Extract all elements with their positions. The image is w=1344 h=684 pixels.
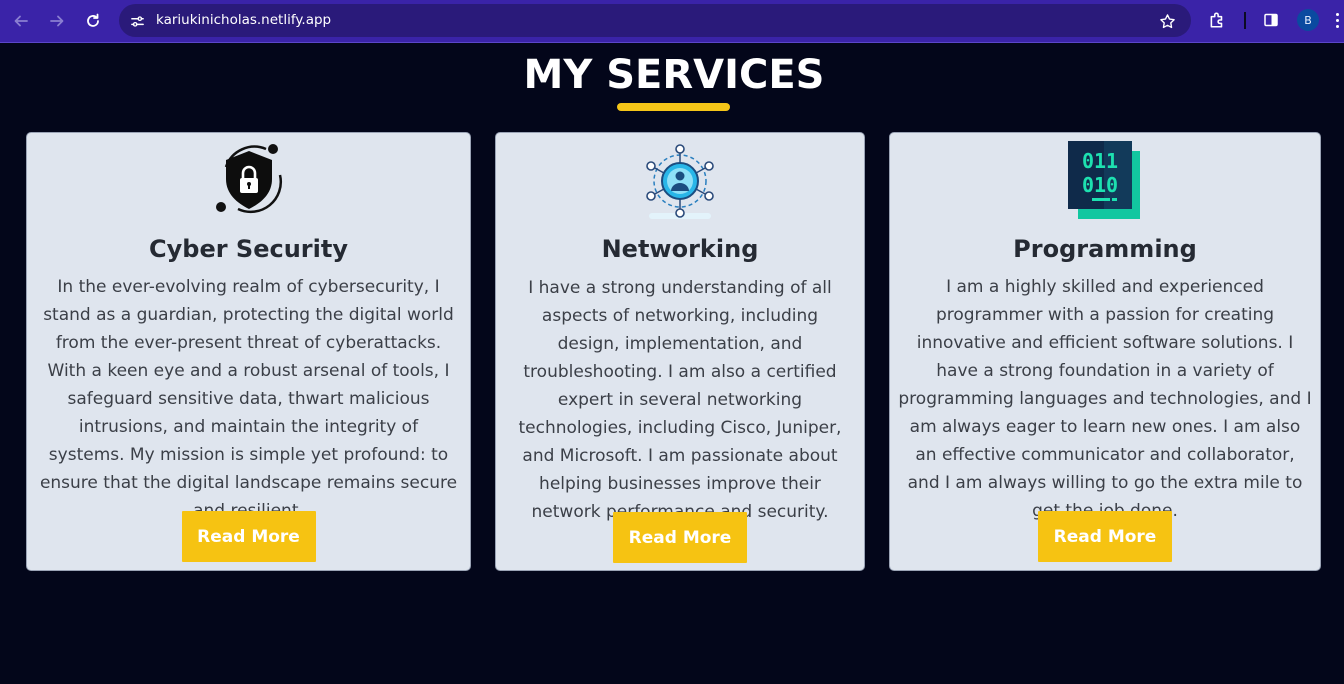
network-user-icon [639,139,721,221]
read-more-button[interactable]: Read More [613,512,747,563]
service-description: I am a highly skilled and experienced pr… [898,277,1312,521]
toolbar-divider [1244,12,1246,29]
service-card-cyber-security: Cyber Security In the ever-evolving real… [26,132,471,571]
binary-code-icon: 011 010 [1064,139,1146,221]
service-title: Programming [1013,235,1197,263]
page-title: MY SERVICES [523,52,825,98]
service-card-programming: 011 010 Programming I am a highly skille… [889,132,1321,571]
bookmark-star-icon[interactable] [1157,11,1177,31]
address-bar[interactable]: kariukinicholas.netlify.app [119,4,1191,37]
read-more-button[interactable]: Read More [1038,511,1172,562]
read-more-button[interactable]: Read More [181,511,316,562]
reload-icon[interactable] [80,8,106,34]
binary-line-1: 011 [1082,149,1118,173]
binary-line-2: 010 [1082,173,1118,197]
profile-avatar[interactable]: B [1297,9,1319,31]
heading-underline [617,103,730,111]
site-settings-icon[interactable] [127,11,147,31]
browser-toolbar: kariukinicholas.netlify.app B [0,0,1344,43]
side-panel-icon[interactable] [1260,9,1282,31]
menu-icon[interactable] [1330,9,1344,31]
service-title: Cyber Security [149,235,348,263]
forward-arrow-icon[interactable] [44,8,70,34]
service-description: I have a strong understanding of all asp… [518,278,842,522]
service-title: Networking [601,235,759,263]
extensions-icon[interactable] [1206,9,1228,31]
url-text[interactable]: kariukinicholas.netlify.app [156,12,331,28]
service-description: In the ever-evolving realm of cybersecur… [39,277,458,521]
back-arrow-icon[interactable] [8,8,34,34]
service-card-networking: Networking I have a strong understanding… [495,132,865,571]
shield-lock-icon [208,139,290,221]
